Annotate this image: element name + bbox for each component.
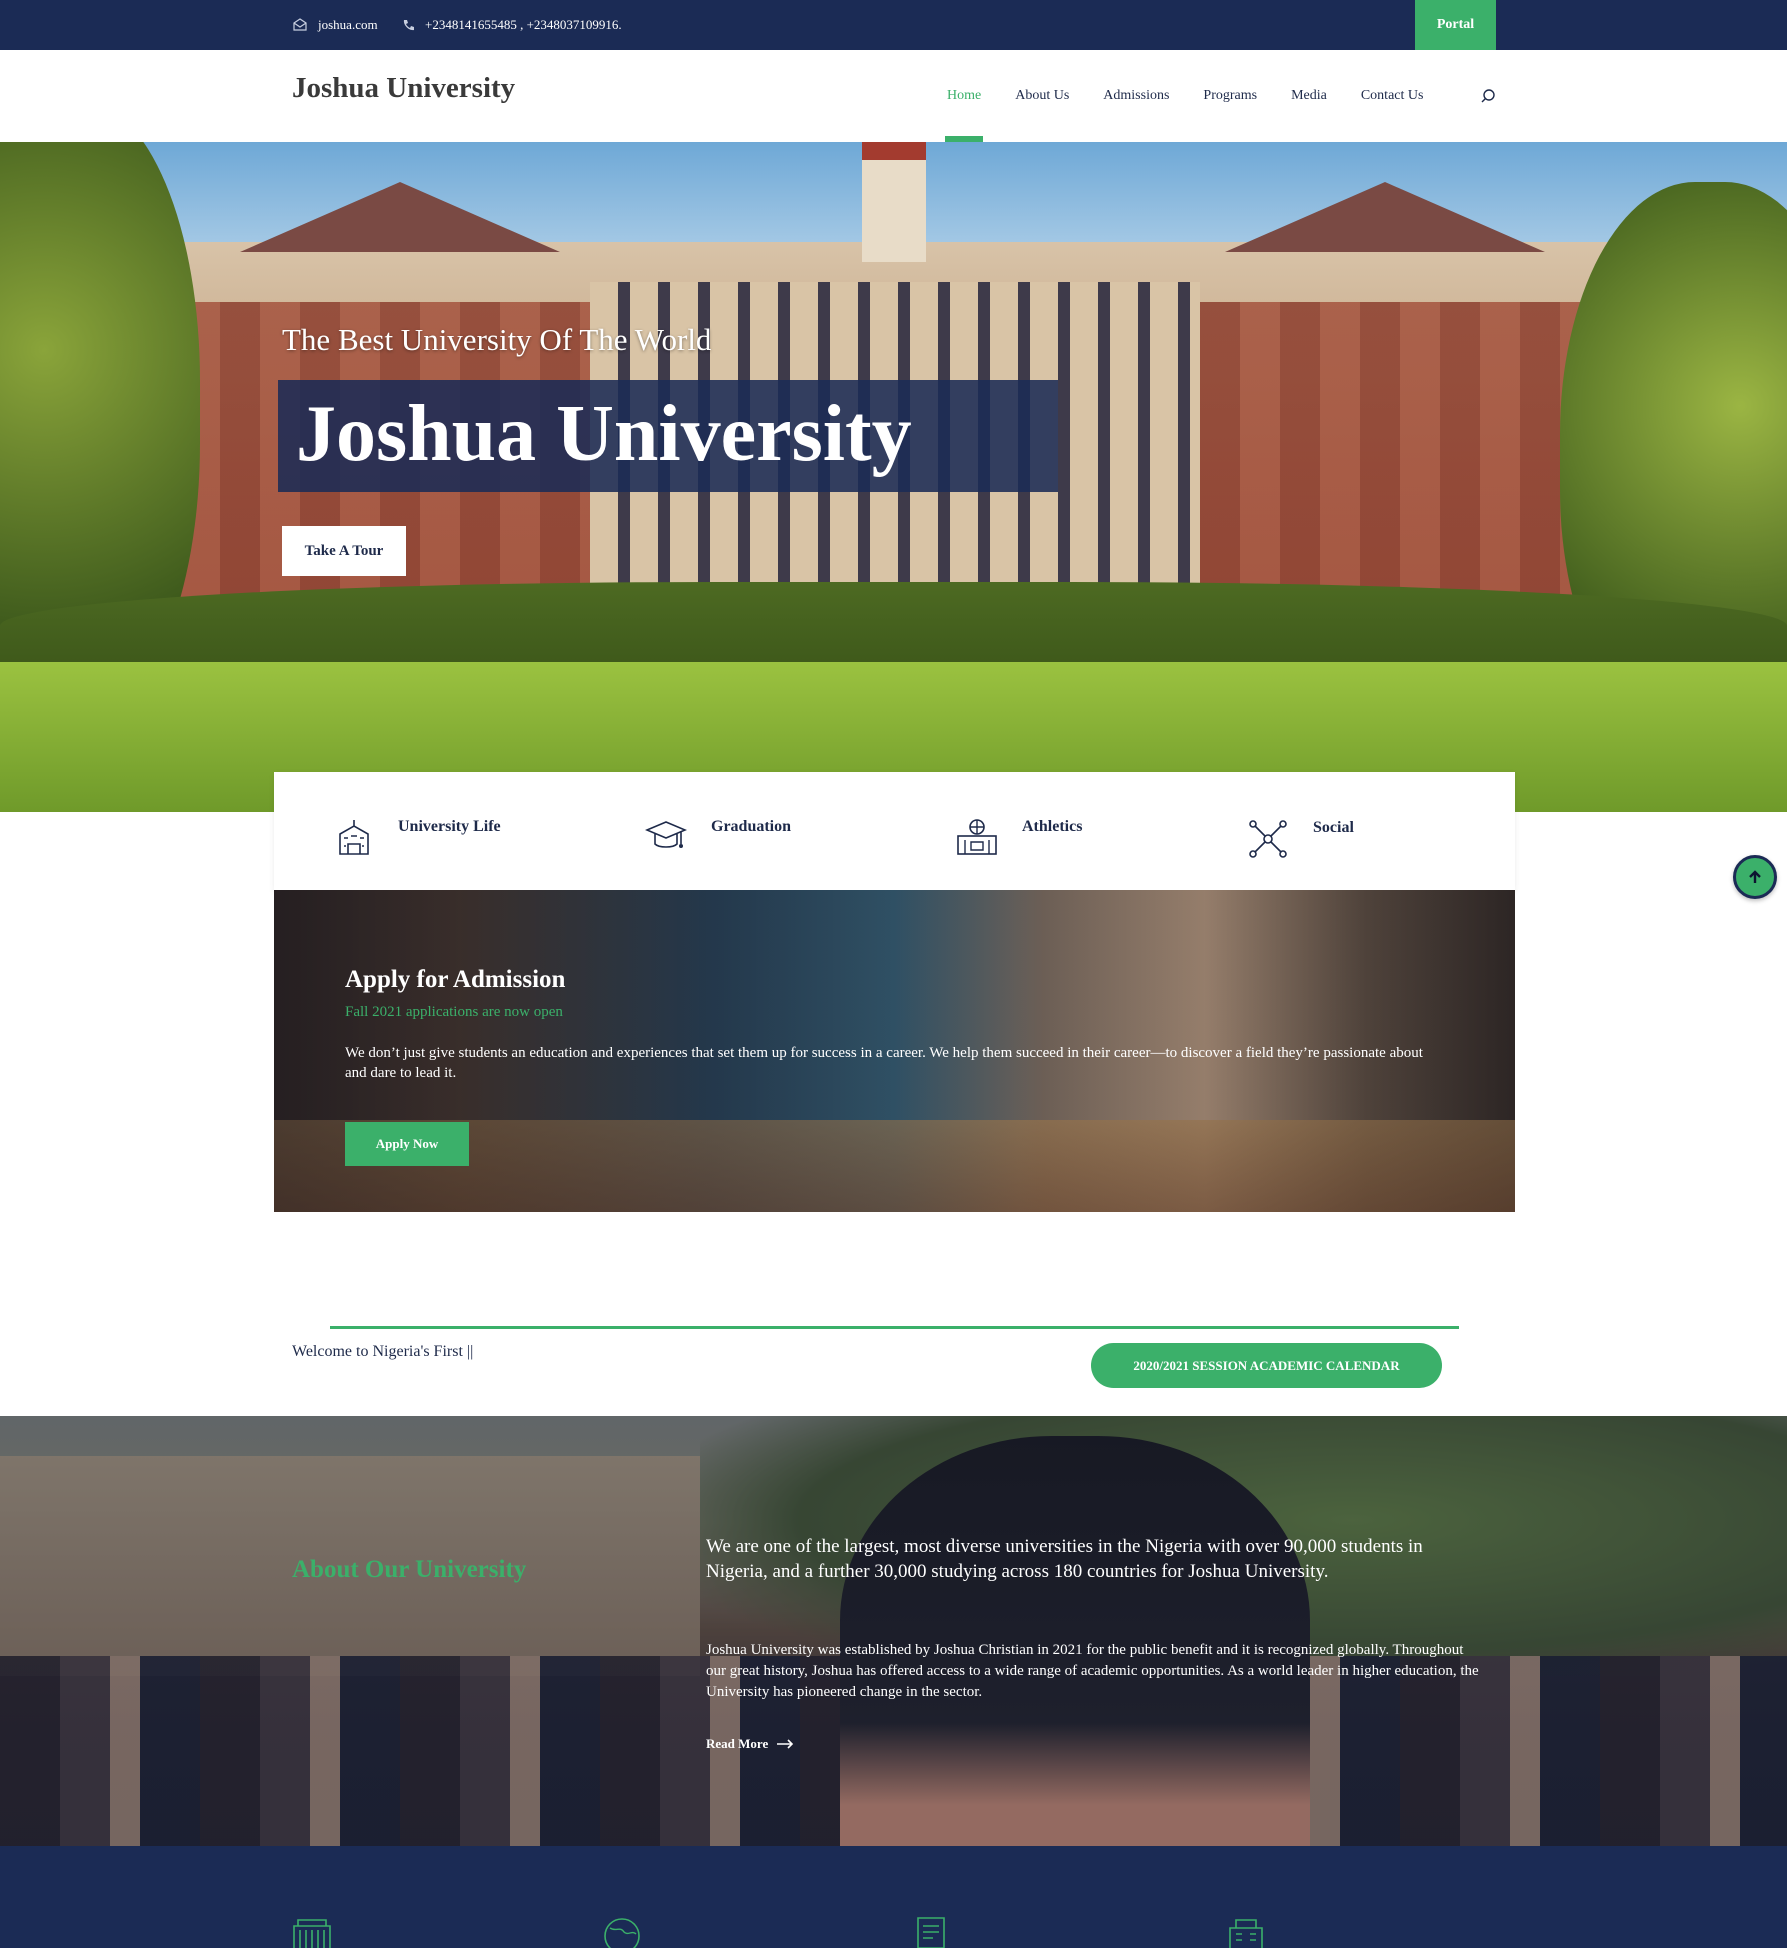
admission-subtitle: Fall 2021 applications are now open — [345, 1004, 563, 1020]
email-text: joshua.com — [318, 17, 378, 32]
main-nav: Home About Us Admissions Programs Media … — [930, 50, 1440, 142]
admission-description: We don’t just give students an education… — [345, 1045, 1423, 1081]
hero-tower — [862, 142, 926, 262]
phone-contact[interactable]: +2348141655485 , +2348037109916. — [402, 0, 622, 50]
academic-calendar-button[interactable]: 2020/2021 SESSION ACADEMIC CALENDAR — [1091, 1343, 1442, 1388]
about-body-text: Joshua University was established by Jos… — [706, 1642, 1479, 1700]
library-icon — [293, 1919, 331, 1948]
feature-label: Graduation — [711, 818, 792, 835]
network-icon — [1249, 820, 1287, 858]
top-bar: joshua.com +2348141655485 , +23480371099… — [0, 0, 1787, 50]
feature-strip: University Life Graduation Athletics Soc… — [274, 772, 1515, 890]
certificate-icon — [917, 1917, 945, 1948]
take-a-tour-button[interactable]: Take A Tour — [282, 526, 406, 576]
arrow-right-icon — [777, 1739, 794, 1749]
feature-graduation[interactable]: Graduation — [645, 818, 791, 858]
nav-home[interactable]: Home — [944, 50, 984, 142]
hero-roof — [240, 182, 560, 252]
phone-icon — [403, 19, 414, 30]
welcome-text: Welcome to Nigeria's First || — [292, 1343, 474, 1360]
site-logo[interactable]: Joshua University — [292, 72, 515, 105]
apply-now-button[interactable]: Apply Now — [345, 1122, 469, 1166]
mail-icon — [293, 18, 307, 31]
feature-athletics[interactable]: Athletics — [956, 818, 1082, 858]
read-more-link[interactable]: Read More — [706, 1736, 794, 1752]
about-lead-text: We are one of the largest, most diverse … — [706, 1536, 1423, 1582]
phone-text: +2348141655485 , +2348037109916. — [425, 17, 622, 32]
nav-contact-us[interactable]: Contact Us — [1361, 50, 1424, 142]
nav-about-us[interactable]: About Us — [1015, 50, 1069, 142]
search-icon[interactable] — [1480, 88, 1496, 104]
feature-social[interactable]: Social — [1247, 818, 1354, 860]
graduation-cap-icon — [645, 821, 687, 848]
nav-programs[interactable]: Programs — [1203, 50, 1257, 142]
hero-roof — [1225, 182, 1545, 252]
portal-button[interactable]: Portal — [1415, 0, 1496, 50]
feature-university-life[interactable]: University Life — [334, 818, 501, 858]
school-building-icon — [1229, 1919, 1263, 1948]
basketball-court-icon — [957, 819, 997, 855]
about-section: About Our University We are one of the l… — [0, 1416, 1787, 1846]
feature-label: Athletics — [1022, 818, 1083, 835]
feature-label: University Life — [398, 818, 501, 835]
section-divider — [330, 1326, 1459, 1329]
admission-title: Apply for Admission — [345, 966, 566, 993]
stats-band — [0, 1846, 1787, 1948]
read-more-label: Read More — [706, 1736, 769, 1751]
globe-icon — [604, 1918, 640, 1948]
admission-banner: Apply for Admission Fall 2021 applicatio… — [274, 890, 1515, 1212]
building-icon — [339, 820, 369, 855]
hero-title: Joshua University — [296, 390, 912, 478]
email-contact[interactable]: joshua.com — [292, 0, 378, 50]
feature-label: Social — [1313, 819, 1354, 836]
arrow-up-icon — [1749, 870, 1761, 883]
about-overlay — [0, 1416, 1787, 1846]
about-title: About Our University — [292, 1556, 527, 1583]
back-to-top-button[interactable] — [1733, 855, 1777, 899]
nav-media[interactable]: Media — [1291, 50, 1327, 142]
hero-subtitle: The Best University Of The World — [282, 322, 712, 357]
nav-admissions[interactable]: Admissions — [1103, 50, 1169, 142]
site-header: Joshua University Home About Us Admissio… — [0, 50, 1787, 142]
hero-banner: The Best University Of The World Joshua … — [0, 142, 1787, 812]
